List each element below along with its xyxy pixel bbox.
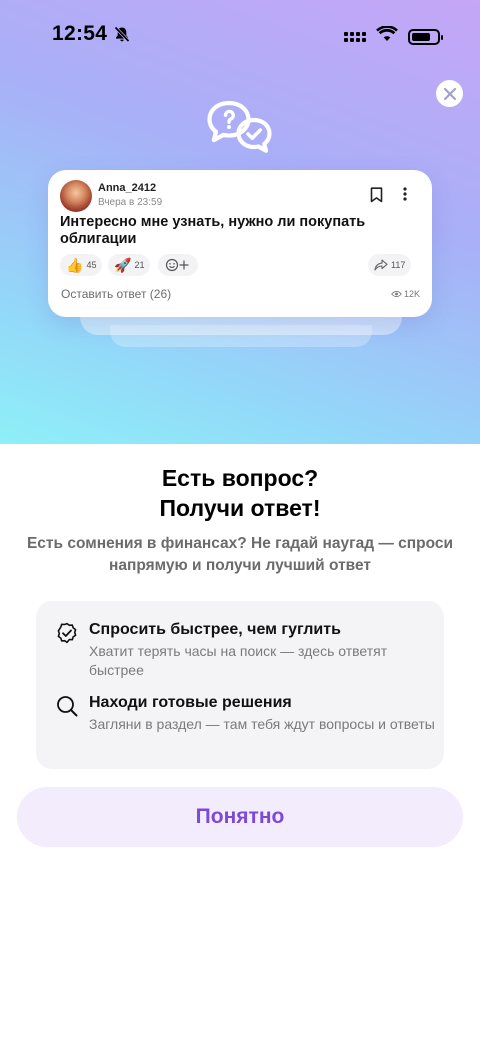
bell-off-icon <box>114 26 130 48</box>
share-count: 117 <box>391 260 406 270</box>
views-counter: 12K <box>391 289 420 299</box>
leave-answer-link[interactable]: Оставить ответ (26) <box>61 287 171 301</box>
add-reaction-icon <box>165 258 189 272</box>
wifi-icon <box>376 25 398 47</box>
title-line-1: Есть вопрос? <box>161 465 319 491</box>
page-title: Есть вопрос? Получи ответ! <box>0 463 480 523</box>
avatar <box>60 180 92 212</box>
post-title: Интересно мне узнать, нужно ли покупать … <box>60 214 366 247</box>
rocket-icon: 🚀 <box>114 257 132 273</box>
status-time: 12:54 <box>52 22 108 45</box>
battery-icon <box>408 28 443 45</box>
signal-icon <box>344 31 366 42</box>
reaction-chip-rocket[interactable]: 🚀 21 <box>108 254 151 276</box>
share-icon <box>374 259 388 271</box>
post-date: Вчера в 23:59 <box>98 197 163 208</box>
close-button[interactable] <box>436 80 463 107</box>
hero-banner: 12:54 Anna_2412 Вчера в 23:59 Интересно … <box>0 0 480 444</box>
question-post-card: Anna_2412 Вчера в 23:59 Интересно мне уз… <box>48 170 432 317</box>
more-options-icon[interactable] <box>402 186 408 207</box>
reaction-chip-thumbs-up[interactable]: 👍 45 <box>60 254 103 276</box>
status-bar: 12:54 <box>0 0 480 70</box>
feature-description: Хватит терять часы на поиск — здесь отве… <box>89 643 388 678</box>
close-icon <box>443 87 456 100</box>
bookmark-icon[interactable] <box>370 187 383 208</box>
status-indicators <box>344 25 443 47</box>
got-it-button[interactable]: Понятно <box>17 787 463 847</box>
views-count: 12K <box>403 289 420 299</box>
question-chat-icon <box>206 98 274 159</box>
check-circle-icon <box>56 622 78 649</box>
feature-title: Находи готовые решения <box>89 694 292 711</box>
author-name: Anna_2412 <box>98 182 157 194</box>
share-button[interactable]: 117 <box>368 254 412 276</box>
search-icon <box>56 695 78 722</box>
eye-icon <box>391 290 402 298</box>
title-line-2: Получи ответ! <box>159 495 321 521</box>
features-list: Спросить быстрее, чем гуглить Хватит тер… <box>36 601 444 769</box>
reaction-count: 45 <box>86 260 97 270</box>
feature-title: Спросить быстрее, чем гуглить <box>89 621 341 638</box>
reaction-count: 21 <box>134 260 145 270</box>
page-subtitle: Есть сомнения в финансах? Не гадай науга… <box>26 535 454 574</box>
feature-description: Загляни в раздел — там тебя ждут вопросы… <box>89 716 435 732</box>
add-reaction-button[interactable] <box>158 254 198 276</box>
thumbs-up-icon: 👍 <box>66 257 84 273</box>
